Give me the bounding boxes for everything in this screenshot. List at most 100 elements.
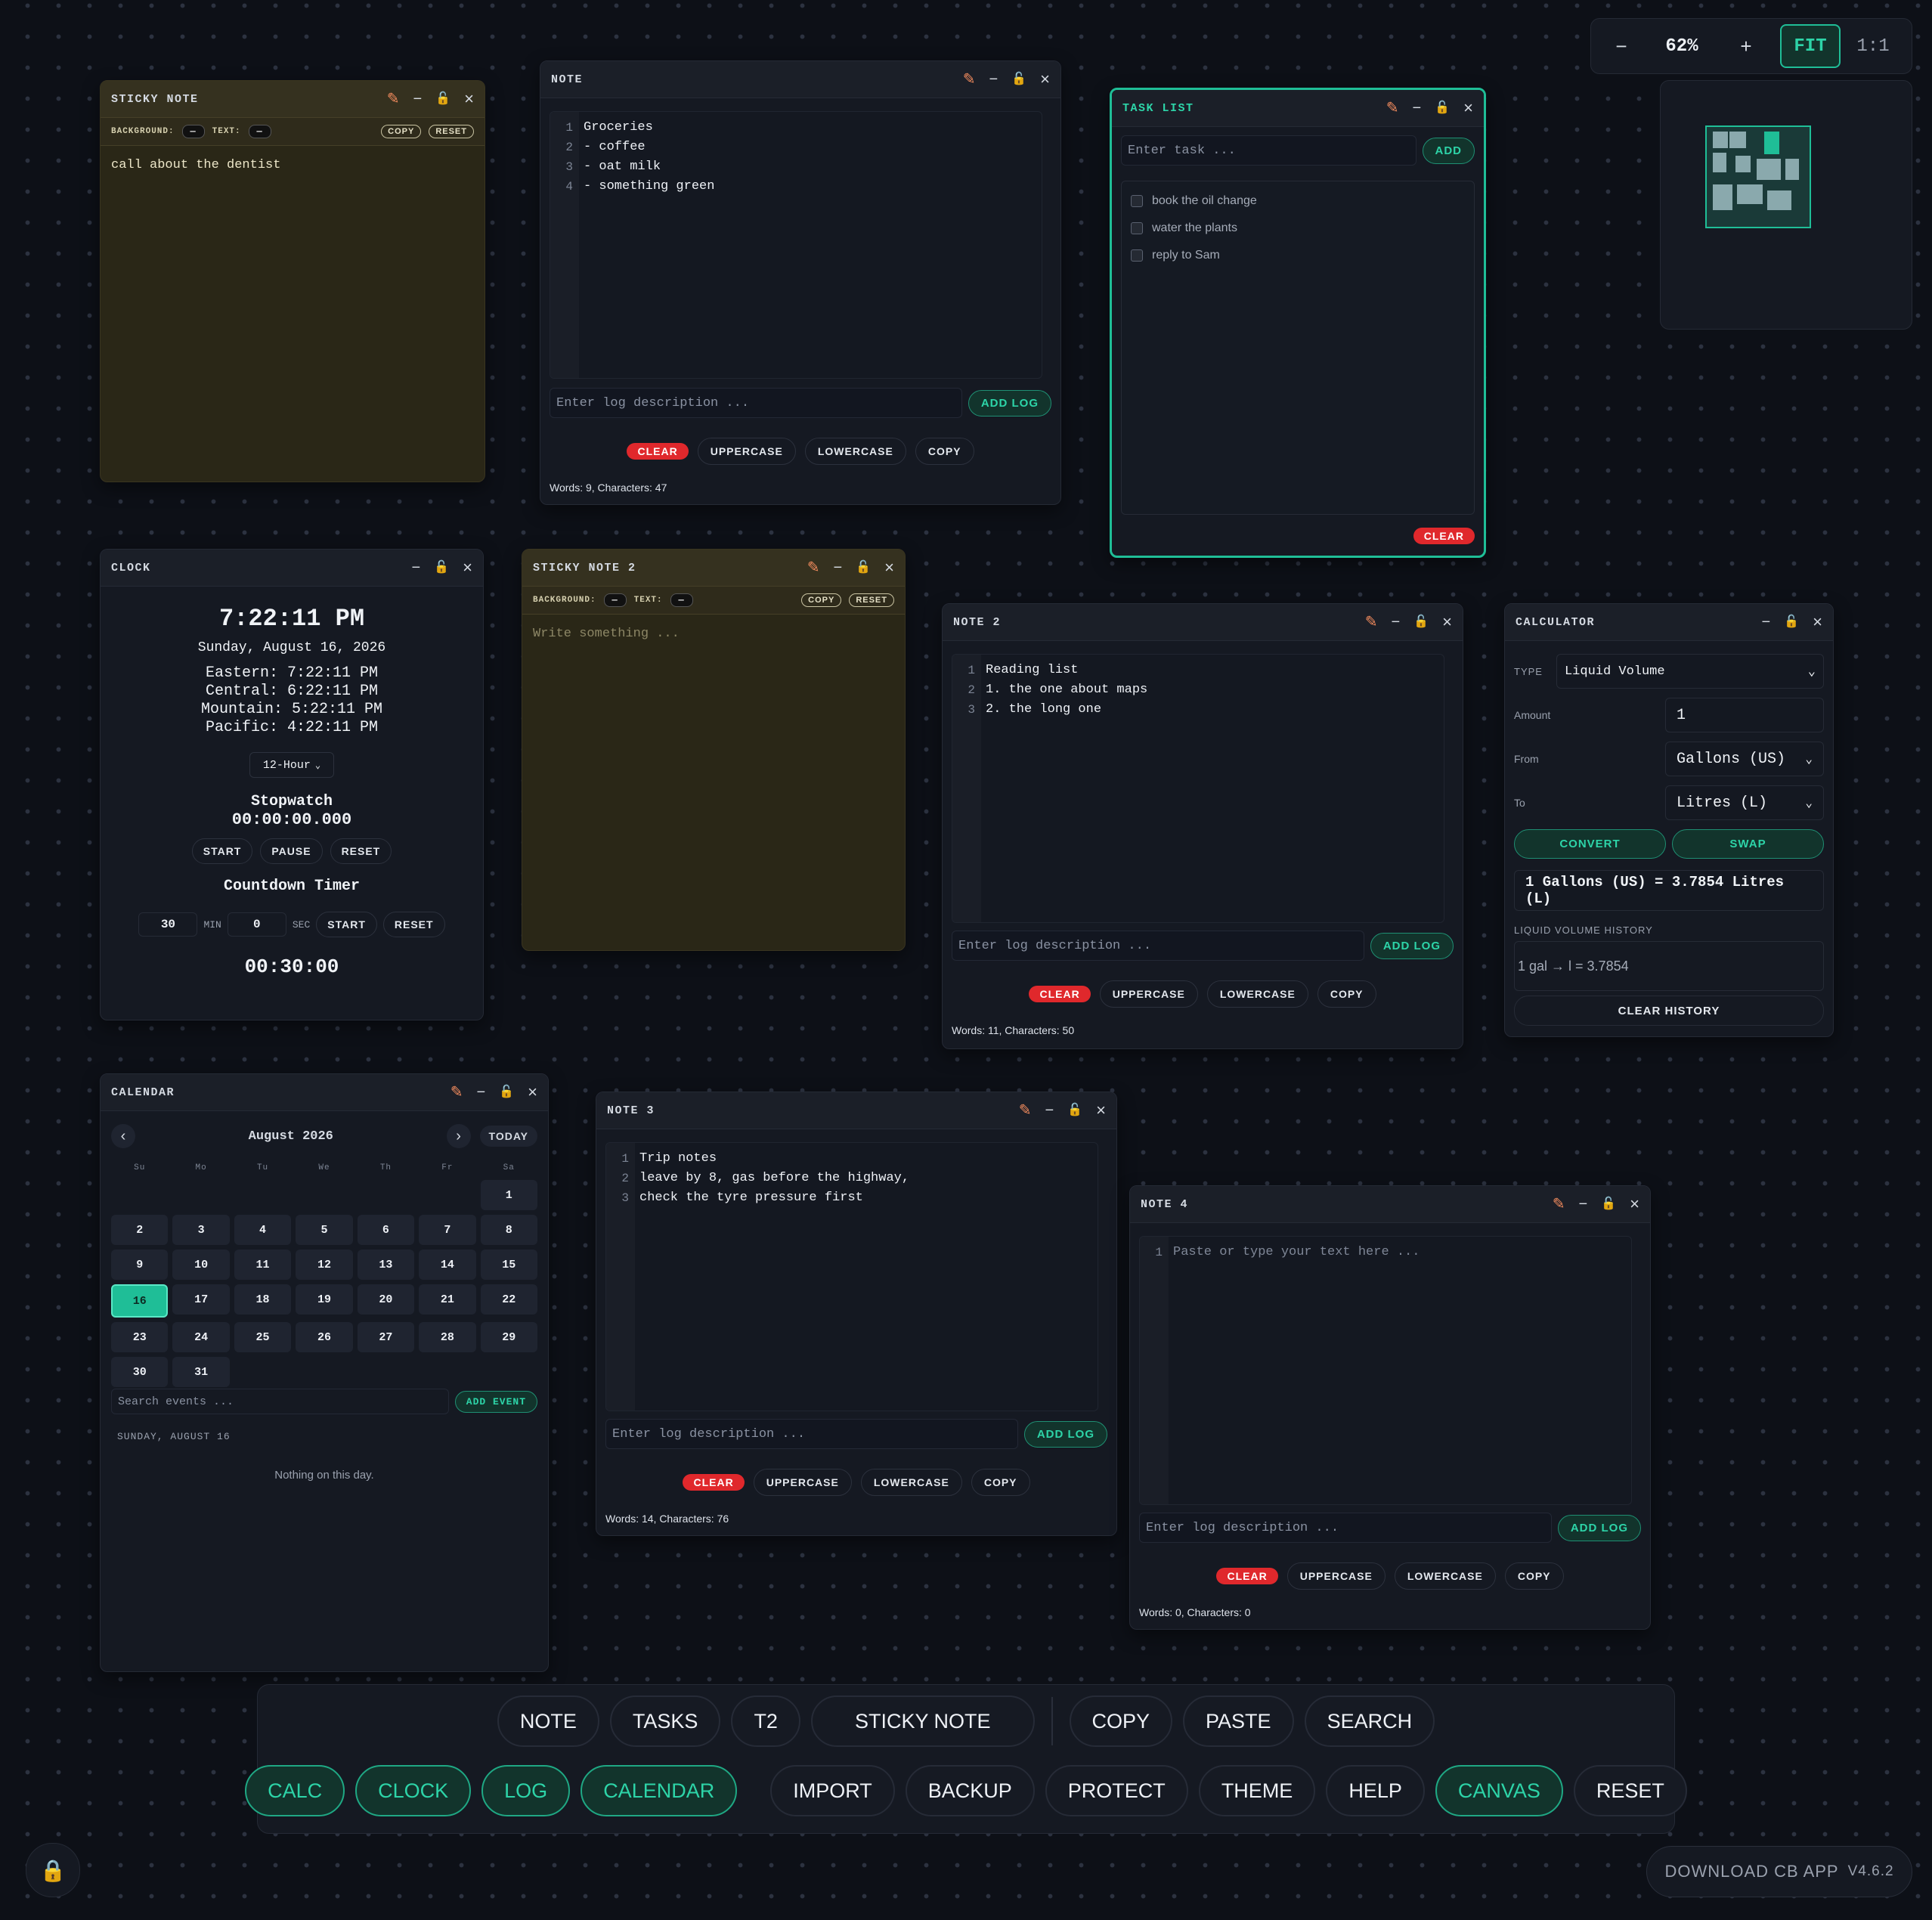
calendar-day[interactable]: 12 xyxy=(296,1250,353,1280)
add-log-button[interactable]: ADD LOG xyxy=(1023,1420,1107,1448)
stopwatch-reset-button[interactable]: RESET xyxy=(330,838,392,864)
edit-icon[interactable]: ✎ xyxy=(807,560,820,575)
editor-placeholder[interactable]: Paste or type your text here ... xyxy=(1169,1237,1424,1504)
task-list-window[interactable]: TASK LIST ✎ − 🔓 × Enter task ... ADD boo… xyxy=(1110,88,1486,558)
fit-button[interactable]: FIT xyxy=(1780,24,1841,68)
copy-button[interactable]: COPY xyxy=(915,438,974,465)
lock-icon[interactable]: 🔓 xyxy=(856,560,871,575)
note-3-titlebar[interactable]: NOTE 3 ✎ − 🔓 × xyxy=(596,1092,1116,1129)
calendar-day[interactable]: 21 xyxy=(419,1284,476,1315)
reset-all-button[interactable]: RESET xyxy=(1573,1765,1687,1816)
task-item[interactable]: reply to Sam xyxy=(1122,242,1474,269)
minimize-icon[interactable]: − xyxy=(1762,615,1771,630)
calculator-titlebar[interactable]: CALCULATOR − 🔓 × xyxy=(1505,604,1833,641)
countdown-start-button[interactable]: START xyxy=(316,912,377,937)
note-2-titlebar[interactable]: NOTE 2 ✎ − 🔓 × xyxy=(943,604,1463,641)
close-icon[interactable]: × xyxy=(1040,71,1050,88)
clear-tasks-button[interactable]: CLEAR xyxy=(1413,528,1475,544)
event-search-input[interactable]: Search events ... xyxy=(111,1389,449,1414)
to-unit-select[interactable]: Litres (L) ⌄ xyxy=(1665,785,1824,820)
minimize-icon[interactable]: − xyxy=(1045,1103,1054,1118)
text-editor[interactable]: 1 2 3 Reading list 1. the one about maps… xyxy=(952,654,1444,923)
close-icon[interactable]: × xyxy=(463,559,472,576)
minimize-icon[interactable]: − xyxy=(989,72,999,87)
note-4-window[interactable]: NOTE 4 ✎ − 🔓 × 1 Paste or type your text… xyxy=(1129,1185,1651,1630)
calendar-day[interactable]: 2 xyxy=(111,1215,169,1245)
log-description-input[interactable]: Enter log description ... xyxy=(605,1419,1018,1449)
editor-text[interactable]: Reading list 1. the one about maps 2. th… xyxy=(981,655,1152,922)
type-select[interactable]: Liquid Volume ⌄ xyxy=(1556,654,1824,689)
log-button[interactable]: LOG xyxy=(481,1765,571,1816)
import-button[interactable]: IMPORT xyxy=(770,1765,895,1816)
uppercase-button[interactable]: UPPERCASE xyxy=(753,1469,852,1496)
zoom-out-button[interactable]: − xyxy=(1591,35,1652,58)
sticky-note-text[interactable]: call about the dentist xyxy=(101,146,485,184)
text-editor[interactable]: 1 2 3 Trip notes leave by 8, gas before … xyxy=(605,1142,1098,1411)
protect-button[interactable]: PROTECT xyxy=(1045,1765,1188,1816)
edit-icon[interactable]: ✎ xyxy=(1365,615,1378,630)
task-input[interactable]: Enter task ... xyxy=(1121,135,1416,166)
note-4-titlebar[interactable]: NOTE 4 ✎ − 🔓 × xyxy=(1130,1186,1650,1223)
edit-icon[interactable]: ✎ xyxy=(450,1085,463,1100)
sticky-note-titlebar[interactable]: STICKY NOTE ✎ − 🔓 × xyxy=(101,81,485,118)
note-3-window[interactable]: NOTE 3 ✎ − 🔓 × 1 2 3 Trip notes leave by… xyxy=(596,1092,1117,1536)
help-button[interactable]: HELP xyxy=(1326,1765,1425,1816)
minimize-icon[interactable]: − xyxy=(413,91,423,107)
calendar-day[interactable]: 15 xyxy=(480,1250,537,1280)
sticky-note-text[interactable]: Write something ... xyxy=(522,615,905,653)
sticky-note-2-window[interactable]: STICKY NOTE 2 ✎ − 🔓 × BACKGROUND: — TEXT… xyxy=(522,549,906,951)
close-icon[interactable]: × xyxy=(528,1084,537,1101)
calendar-day[interactable]: 3 xyxy=(172,1215,230,1245)
t2-button[interactable]: T2 xyxy=(731,1695,800,1747)
lock-icon[interactable]: 🔓 xyxy=(499,1085,514,1100)
lock-icon[interactable]: 🔓 xyxy=(1435,101,1450,116)
calendar-day[interactable]: 11 xyxy=(234,1250,292,1280)
calendar-day[interactable]: 27 xyxy=(357,1322,415,1352)
uppercase-button[interactable]: UPPERCASE xyxy=(1099,980,1198,1008)
calendar-day[interactable]: 28 xyxy=(419,1322,476,1352)
canvas-button[interactable]: CANVAS xyxy=(1435,1765,1563,1816)
text-editor[interactable]: 1 2 3 4 Groceries - coffee - oat milk - … xyxy=(550,111,1042,379)
calendar-day[interactable]: 14 xyxy=(419,1250,476,1280)
search-button[interactable]: SEARCH xyxy=(1304,1695,1435,1747)
minimize-icon[interactable]: − xyxy=(1392,615,1401,630)
minimize-icon[interactable]: − xyxy=(1579,1197,1588,1212)
next-month-button[interactable]: › xyxy=(446,1124,471,1148)
edit-icon[interactable]: ✎ xyxy=(387,91,400,107)
background-color-picker[interactable]: — xyxy=(603,593,627,607)
format-select[interactable]: 12-Hour ⌄ xyxy=(249,752,334,778)
calendar-day[interactable]: 30 xyxy=(111,1357,169,1387)
calendar-window[interactable]: CALENDAR ✎ − 🔓 × ‹ August 2026 › TODAY S… xyxy=(100,1073,549,1672)
calculator-window[interactable]: CALCULATOR − 🔓 × TYPE Liquid Volume ⌄ Am… xyxy=(1504,603,1834,1037)
stopwatch-pause-button[interactable]: PAUSE xyxy=(260,838,323,864)
actual-size-button[interactable]: 1:1 xyxy=(1841,36,1906,57)
calendar-day[interactable]: 31 xyxy=(172,1357,230,1387)
lowercase-button[interactable]: LOWERCASE xyxy=(1394,1562,1496,1590)
calendar-day[interactable]: 13 xyxy=(357,1250,415,1280)
task-checkbox[interactable] xyxy=(1131,222,1143,234)
paste-button[interactable]: PASTE xyxy=(1183,1695,1294,1747)
text-color-picker[interactable]: — xyxy=(248,125,271,138)
edit-icon[interactable]: ✎ xyxy=(1553,1197,1565,1212)
calendar-day[interactable]: 10 xyxy=(172,1250,230,1280)
copy-button[interactable]: COPY xyxy=(971,1469,1030,1496)
clear-button[interactable]: CLEAR xyxy=(1216,1568,1278,1584)
background-color-picker[interactable]: — xyxy=(181,125,205,138)
countdown-reset-button[interactable]: RESET xyxy=(382,912,445,937)
add-log-button[interactable]: ADD LOG xyxy=(968,389,1051,417)
text-editor[interactable]: 1 Paste or type your text here ... xyxy=(1139,1236,1632,1505)
minimap-viewport[interactable] xyxy=(1705,125,1811,228)
text-color-picker[interactable]: — xyxy=(670,593,693,607)
close-icon[interactable]: × xyxy=(1463,100,1473,116)
swap-button[interactable]: SWAP xyxy=(1672,829,1824,859)
close-icon[interactable]: × xyxy=(464,91,474,107)
close-icon[interactable]: × xyxy=(1442,614,1452,630)
new-note-button[interactable]: NOTE xyxy=(497,1695,599,1747)
stopwatch-start-button[interactable]: START xyxy=(191,838,253,864)
calendar-day[interactable]: 4 xyxy=(234,1215,292,1245)
calendar-day[interactable]: 5 xyxy=(296,1215,353,1245)
history-item[interactable]: 1 gal → l = 3.7854 xyxy=(1518,958,1629,974)
minimize-icon[interactable]: − xyxy=(1413,101,1422,116)
copy-button[interactable]: COPY xyxy=(1504,1562,1564,1590)
seconds-input[interactable]: 0 xyxy=(227,912,286,937)
